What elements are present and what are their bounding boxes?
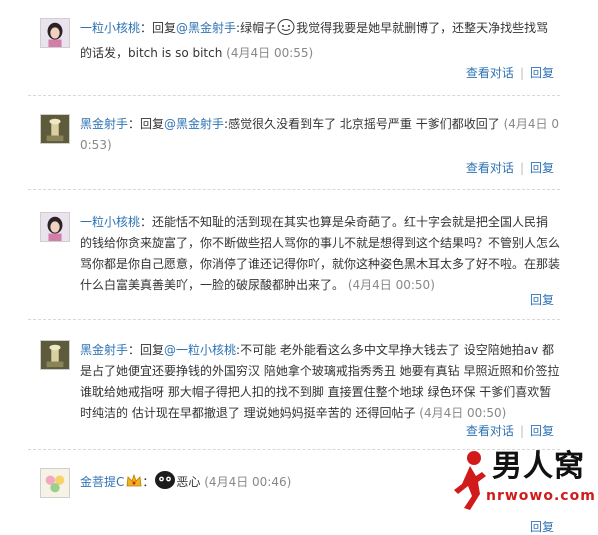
comment-body: 黑金射手：回复@黑金射手:感觉很久没看到车了 北京摇号严重 干爹们都收回了 (4…: [80, 114, 560, 156]
comment-actions: 查看对话 | 回复: [466, 159, 554, 176]
view-conversation-link[interactable]: 查看对话: [466, 161, 514, 175]
black-blob-emoticon-icon: [154, 470, 176, 497]
comment-text: 恶心: [176, 475, 201, 489]
comment-author-link[interactable]: 一粒小核桃: [80, 215, 140, 229]
smiley-face-icon: [276, 18, 296, 43]
reply-link[interactable]: 回复: [530, 293, 554, 307]
reply-prefix: ：回复: [128, 117, 165, 131]
avatar[interactable]: [40, 212, 70, 242]
comment-text: :感觉很久没看到车了 北京摇号严重 干爹们都收回了: [224, 117, 500, 131]
reply-link[interactable]: 回复: [530, 66, 554, 80]
comment-actions: 查看对话 | 回复: [466, 64, 554, 81]
mention-link[interactable]: @黑金射手: [176, 21, 236, 35]
comment-body: 黑金射手：回复@一粒小核桃:不可能 老外能看这么多中文早挣大钱去了 设空陪她拍a…: [80, 340, 560, 424]
comment-time: (4月4日 00:50): [347, 278, 435, 292]
action-separator: |: [519, 161, 524, 175]
comment-text-lead: :绿帽子: [236, 21, 277, 35]
comment-author-link[interactable]: 一粒小核桃: [80, 21, 140, 35]
avatar[interactable]: [40, 340, 70, 370]
comment-time: (4月4日 00:55): [226, 46, 314, 60]
comment-body: 一粒小核桃：还能恬不知耻的活到现在其实也算是朵奇葩了。红十字会就是把全国人民捐的…: [80, 212, 560, 296]
reply-link[interactable]: 回复: [530, 520, 554, 534]
comment-text: ：还能恬不知耻的活到现在其实也算是朵奇葩了。红十字会就是把全国人民捐的钱给你贪来…: [80, 215, 561, 292]
comment-time: (4月4日 00:50): [419, 406, 507, 420]
reply-prefix: ：回复: [140, 21, 177, 35]
comment-actions: 回复: [530, 518, 554, 535]
avatar[interactable]: [40, 114, 70, 144]
action-separator: |: [519, 424, 524, 438]
view-conversation-link[interactable]: 查看对话: [466, 424, 514, 438]
comment-actions: 查看对话 | 回复: [466, 422, 554, 439]
running-figure-logo-icon: [450, 450, 490, 513]
reply-link[interactable]: 回复: [530, 161, 554, 175]
comment-author-link[interactable]: 黑金射手: [80, 117, 128, 131]
site-watermark: 男人窝 nrwowo.com: [450, 449, 595, 513]
reply-prefix: ：回复: [128, 343, 165, 357]
view-conversation-link[interactable]: 查看对话: [466, 66, 514, 80]
comment-item: 一粒小核桃：还能恬不知耻的活到现在其实也算是朵奇葩了。红十字会就是把全国人民捐的…: [28, 190, 560, 320]
reply-link[interactable]: 回复: [530, 424, 554, 438]
watermark-url: nrwowo.com: [486, 488, 596, 504]
crown-icon: [126, 473, 142, 495]
comment-body: 一粒小核桃：回复@黑金射手:绿帽子 我觉得我要是她早就删博了，还整天净找些找骂的话…: [80, 18, 560, 64]
comment-item: 黑金射手：回复@一粒小核桃:不可能 老外能看这么多中文早挣大钱去了 设空陪她拍a…: [28, 320, 560, 450]
watermark-title: 男人窝: [492, 449, 585, 484]
comment-time: (4月4日 00:46): [204, 475, 292, 489]
avatar[interactable]: [40, 18, 70, 48]
action-separator: |: [519, 66, 524, 80]
mention-link[interactable]: @黑金射手: [164, 117, 224, 131]
comment-author-link[interactable]: 黑金射手: [80, 343, 128, 357]
comment-item: 黑金射手：回复@黑金射手:感觉很久没看到车了 北京摇号严重 干爹们都收回了 (4…: [28, 96, 560, 190]
mention-link[interactable]: @一粒小核桃: [164, 343, 236, 357]
avatar[interactable]: [40, 468, 70, 498]
comment-item: 一粒小核桃：回复@黑金射手:绿帽子 我觉得我要是她早就删博了，还整天净找些找骂的话…: [28, 0, 560, 96]
comment-author-link[interactable]: 金菩提C: [80, 475, 124, 489]
comment-actions: 回复: [530, 291, 554, 308]
